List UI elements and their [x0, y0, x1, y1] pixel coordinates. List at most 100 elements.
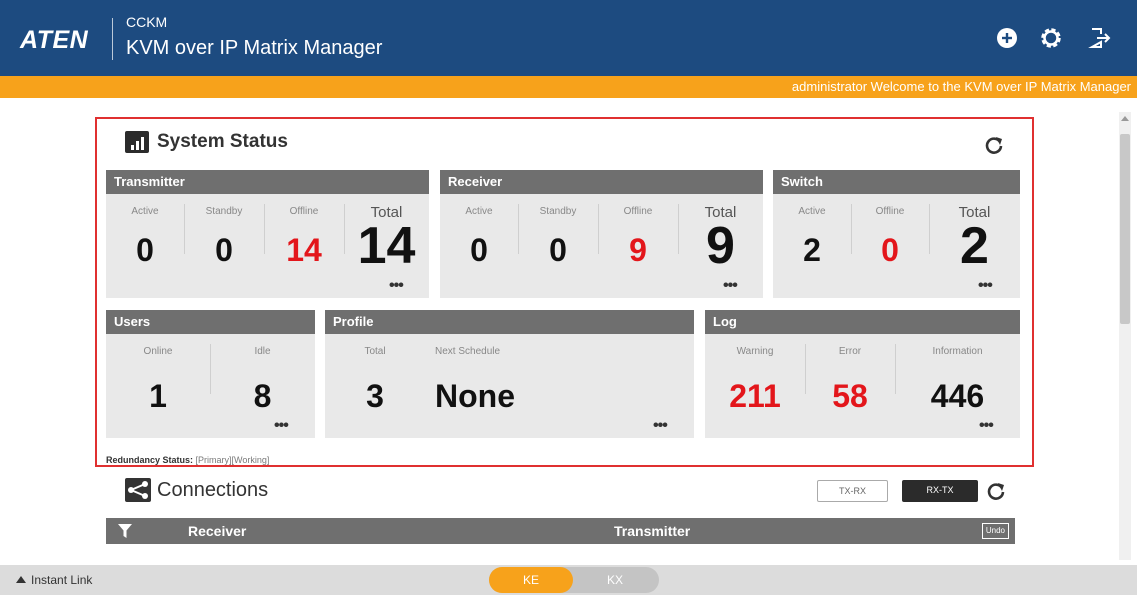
- transmitter-panel: Transmitter Active 0 Standby 0 Offline 1…: [106, 170, 429, 298]
- refresh-icon[interactable]: [983, 134, 1005, 156]
- profile-total-value: 3: [366, 378, 384, 414]
- profile-schedule-cell: Next Schedule None: [435, 334, 685, 438]
- profile-more-button[interactable]: •••: [653, 418, 668, 434]
- sw-active-value: 2: [803, 232, 821, 268]
- app-title: KVM over IP Matrix Manager: [126, 37, 383, 59]
- log-warning-value: 211: [729, 378, 781, 414]
- users-online-label: Online: [143, 346, 173, 357]
- column-receiver[interactable]: Receiver: [188, 523, 246, 539]
- log-information-cell: Information 446: [895, 334, 1020, 438]
- users-panel: Users Online 1 Idle 8 •••: [106, 310, 315, 438]
- log-more-button[interactable]: •••: [979, 418, 994, 434]
- system-status-label: System Status: [157, 131, 288, 152]
- log-error-label: Error: [838, 346, 862, 357]
- log-panel: Log Warning 211 Error 58 Information 446…: [705, 310, 1020, 438]
- connections-refresh-icon[interactable]: [985, 480, 1007, 502]
- app-window: ATEN CCKM KVM over IP Matrix Manager adm…: [0, 0, 1137, 595]
- column-transmitter[interactable]: Transmitter: [614, 523, 690, 539]
- header-divider: [112, 18, 113, 60]
- top-header: ATEN CCKM KVM over IP Matrix Manager: [0, 0, 1137, 76]
- bar-chart-icon: [125, 131, 149, 153]
- switch-header: Switch: [773, 170, 1020, 194]
- vertical-scrollbar[interactable]: [1119, 112, 1131, 560]
- tx-offline-value: 14: [286, 232, 322, 268]
- welcome-bar: administrator Welcome to the KVM over IP…: [0, 76, 1137, 98]
- filter-icon[interactable]: [118, 524, 132, 538]
- sw-active-cell: Active 2: [773, 194, 851, 298]
- mode-kx-button[interactable]: KX: [575, 567, 655, 593]
- undo-button[interactable]: Undo: [981, 523, 1009, 539]
- rx-offline-value: 9: [629, 232, 647, 268]
- log-warning-cell: Warning 211: [705, 334, 805, 438]
- receiver-more-button[interactable]: •••: [723, 278, 738, 294]
- sw-active-label: Active: [798, 206, 826, 217]
- log-information-label: Information: [932, 346, 983, 357]
- rx-standby-label: Standby: [539, 206, 577, 217]
- sw-offline-cell: Offline 0: [851, 194, 929, 298]
- log-information-value: 446: [930, 378, 985, 414]
- tx-active-cell: Active 0: [106, 194, 184, 298]
- tx-standby-label: Standby: [205, 206, 243, 217]
- rx-standby-value: 0: [549, 232, 567, 268]
- tx-active-value: 0: [136, 232, 154, 268]
- triangle-up-icon: [16, 576, 26, 583]
- rx-active-cell: Active 0: [440, 194, 518, 298]
- tx-total-value: 14: [357, 217, 416, 275]
- profile-schedule-value: None: [435, 378, 515, 414]
- system-status-title: System Status: [125, 131, 288, 153]
- switch-panel: Switch Active 2 Offline 0 Total 2 •••: [773, 170, 1020, 298]
- log-error-cell: Error 58: [805, 334, 895, 438]
- rx-active-label: Active: [465, 206, 493, 217]
- scrollbar-thumb[interactable]: [1120, 134, 1130, 324]
- aten-logo: ATEN: [20, 26, 89, 54]
- profile-header: Profile: [325, 310, 694, 334]
- log-warning-label: Warning: [736, 346, 774, 357]
- log-error-value: 58: [832, 378, 868, 414]
- rx-tx-button[interactable]: RX-TX: [902, 480, 978, 502]
- profile-total-label: Total: [364, 346, 386, 357]
- users-idle-label: Idle: [254, 346, 271, 357]
- mode-switch[interactable]: KE KX: [489, 567, 659, 593]
- redundancy-primary-link[interactable]: [Primary]: [196, 455, 232, 465]
- connections-label: Connections: [157, 478, 269, 501]
- tx-standby-cell: Standby 0: [184, 194, 264, 298]
- add-icon[interactable]: [993, 24, 1021, 52]
- tx-total-cell: Total 14: [344, 194, 429, 298]
- redundancy-label: Redundancy Status:: [106, 455, 194, 465]
- rx-standby-cell: Standby 0: [518, 194, 598, 298]
- connections-table-header: Receiver Transmitter Undo: [106, 518, 1015, 544]
- tx-offline-label: Offline: [289, 206, 319, 217]
- users-online-value: 1: [149, 378, 167, 414]
- rx-offline-label: Offline: [623, 206, 653, 217]
- receiver-header: Receiver: [440, 170, 763, 194]
- rx-total-value: 9: [706, 217, 735, 275]
- log-header: Log: [705, 310, 1020, 334]
- sw-offline-value: 0: [881, 232, 899, 268]
- users-idle-value: 8: [253, 378, 272, 414]
- sw-total-cell: Total 2: [929, 194, 1020, 298]
- users-more-button[interactable]: •••: [274, 418, 289, 434]
- connections-icon: [125, 478, 151, 502]
- users-online-cell: Online 1: [106, 334, 210, 438]
- sw-total-value: 2: [960, 217, 989, 275]
- profile-total-cell: Total 3: [325, 334, 425, 438]
- users-idle-cell: Idle 8: [210, 334, 315, 438]
- gear-icon[interactable]: [1037, 24, 1065, 52]
- instant-link-button[interactable]: Instant Link: [16, 573, 92, 587]
- tx-rx-button[interactable]: TX-RX: [817, 480, 888, 502]
- rx-total-cell: Total 9: [678, 194, 763, 298]
- instant-link-label: Instant Link: [31, 573, 93, 587]
- rx-active-value: 0: [470, 232, 488, 268]
- profile-panel: Profile Total 3 Next Schedule None •••: [325, 310, 694, 438]
- profile-schedule-label: Next Schedule: [435, 346, 501, 357]
- scroll-up-icon[interactable]: [1121, 116, 1129, 121]
- receiver-panel: Receiver Active 0 Standby 0 Offline 9 To…: [440, 170, 763, 298]
- transmitter-header: Transmitter: [106, 170, 429, 194]
- mode-ke-button[interactable]: KE: [489, 567, 573, 593]
- switch-more-button[interactable]: •••: [978, 278, 993, 294]
- connections-title: Connections: [125, 478, 268, 502]
- tx-standby-value: 0: [215, 232, 233, 268]
- redundancy-working-link[interactable]: [Working]: [232, 455, 270, 465]
- transmitter-more-button[interactable]: •••: [389, 278, 404, 294]
- logout-icon[interactable]: [1086, 24, 1114, 52]
